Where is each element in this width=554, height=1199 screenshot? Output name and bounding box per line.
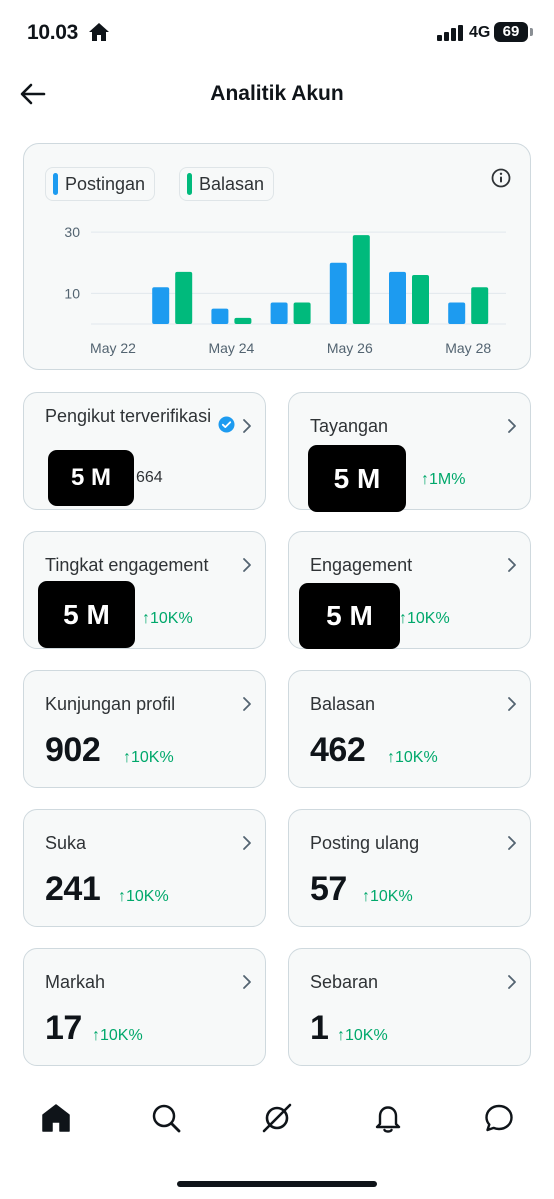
card-label: Engagement — [310, 555, 413, 575]
search-icon[interactable] — [150, 1102, 182, 1134]
verified-badge-icon — [218, 416, 235, 433]
status-bar: 10.03 4G 69 — [0, 0, 554, 66]
card-delta: ↑10K% — [399, 610, 450, 627]
signal-icon — [437, 25, 463, 41]
battery-tip — [530, 28, 533, 36]
card-reposts[interactable]: Posting ulang 57 ↑10K% — [288, 809, 531, 927]
y-tick-label: 10 — [64, 285, 80, 301]
card-delta: ↑10K% — [142, 610, 193, 627]
bar-postingan-6 — [448, 302, 466, 324]
card-value: 241 — [45, 870, 101, 908]
card-replies[interactable]: Balasan 462 ↑10K% — [288, 670, 531, 788]
bar-balasan-2 — [234, 317, 252, 324]
chevron-right-icon — [508, 419, 516, 433]
bar-postingan-5 — [389, 271, 406, 324]
home-indicator — [177, 1181, 377, 1187]
bar-balasan-5 — [412, 274, 429, 324]
card-delta: ↑10K% — [123, 749, 174, 766]
bar-balasan-1 — [175, 271, 193, 324]
status-time: 10.03 — [27, 21, 79, 44]
x-tick-label: May 24 — [208, 340, 254, 356]
card-views[interactable]: Tayangan 5 M ↑1M% — [288, 392, 531, 512]
card-profile-visits[interactable]: Kunjungan profil 902 ↑10K% — [23, 670, 266, 788]
card-delta: ↑10K% — [337, 1027, 388, 1044]
redaction-box: 5 M — [299, 583, 400, 649]
x-tick-label: May 28 — [445, 340, 491, 356]
bar-postingan-1 — [152, 287, 170, 324]
card-delta: ↑10K% — [92, 1027, 143, 1044]
redaction-box: 5 M — [308, 445, 406, 512]
card-delta: ↑10K% — [118, 888, 169, 905]
card-delta: ↑1M% — [421, 471, 466, 488]
message-icon[interactable] — [483, 1102, 515, 1134]
card-label: Kunjungan profil — [45, 694, 176, 714]
bar-postingan-4 — [329, 262, 347, 324]
x-tick-label: May 26 — [327, 340, 373, 356]
page-title: Analitik Akun — [210, 82, 344, 105]
card-label: Markah — [45, 972, 106, 992]
battery-icon: 69 — [494, 22, 528, 42]
card-label: Balasan — [310, 694, 376, 714]
card-delta: ↑10K% — [387, 749, 438, 766]
bar-balasan-3 — [293, 302, 311, 324]
chevron-right-icon — [508, 558, 516, 572]
grok-icon[interactable] — [261, 1102, 293, 1134]
card-shares[interactable]: Sebaran 1 ↑10K% — [288, 948, 531, 1066]
chevron-right-icon — [243, 836, 251, 850]
card-value: 17 — [45, 1009, 82, 1047]
card-value: 1 — [310, 1009, 329, 1047]
card-label: Tingkat engagement — [45, 555, 209, 575]
redaction-box: 5 M — [48, 450, 134, 506]
card-bookmarks[interactable]: Markah 17 ↑10K% — [23, 948, 266, 1066]
chevron-right-icon — [508, 975, 516, 989]
header: Analitik Akun — [0, 66, 554, 122]
home-status-icon — [89, 23, 109, 41]
card-engagement-rate[interactable]: Tingkat engagement 5 M ↑10K% — [23, 531, 266, 649]
y-tick-label: 30 — [64, 224, 80, 240]
bar-postingan-2 — [211, 308, 229, 324]
card-label: Posting ulang — [310, 833, 420, 853]
bar-chart: 10 30 May 22 May 24 May 26 May 28 — [64, 224, 506, 356]
chevron-right-icon — [508, 697, 516, 711]
card-label: Tayangan — [310, 416, 389, 436]
bottom-tab-bar — [0, 1090, 554, 1150]
bar-postingan-3 — [270, 302, 288, 324]
bell-icon[interactable] — [372, 1102, 404, 1134]
card-label: Suka — [45, 833, 87, 853]
x-tick-label: May 22 — [90, 340, 136, 356]
card-delta: ↑10K% — [362, 888, 413, 905]
card-label: Sebaran — [310, 972, 379, 992]
card-value: 462 — [310, 731, 366, 769]
redaction-box: 5 M — [38, 581, 135, 648]
home-icon[interactable] — [40, 1102, 72, 1134]
chevron-right-icon — [243, 419, 251, 433]
card-engagement[interactable]: Engagement 5 M ↑10K% — [288, 531, 531, 649]
card-value: 664 — [136, 469, 163, 486]
network-type: 4G — [469, 24, 491, 41]
card-label: Pengikut terverifikasi — [45, 406, 212, 426]
card-likes[interactable]: Suka 241 ↑10K% — [23, 809, 266, 927]
card-value: 902 — [45, 731, 101, 769]
card-verified-followers[interactable]: Pengikut terverifikasi 5 M 664 — [23, 392, 266, 510]
chevron-right-icon — [243, 975, 251, 989]
card-value: 57 — [310, 870, 347, 908]
bar-balasan-6 — [471, 287, 489, 324]
chart-card: Postingan Balasan 10 30 May 22 May 24 May 26… — [23, 143, 531, 370]
bar-balasan-4 — [352, 235, 370, 324]
chevron-right-icon — [243, 697, 251, 711]
chevron-right-icon — [508, 836, 516, 850]
chevron-right-icon — [243, 558, 251, 572]
